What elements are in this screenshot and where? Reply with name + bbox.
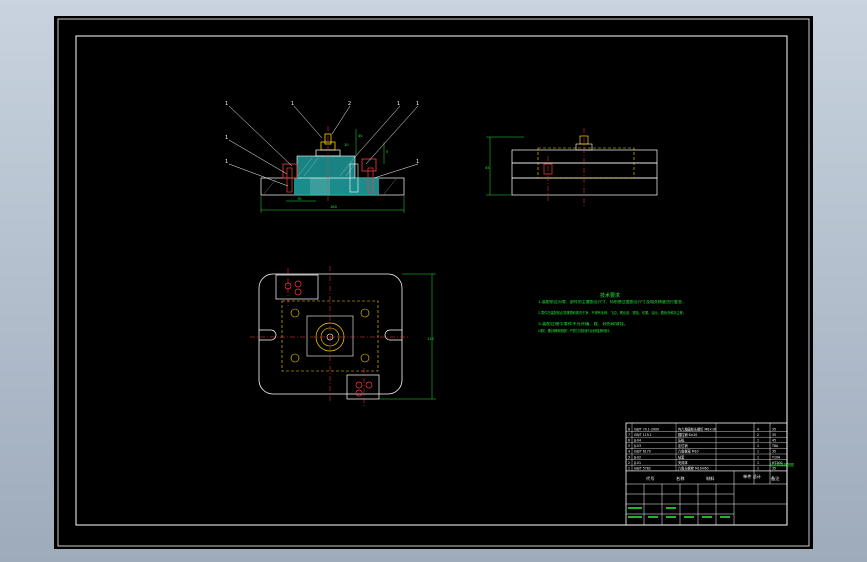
parts-cell-no: 1 [628, 467, 630, 471]
balloon-2: 1 [225, 135, 228, 141]
parts-cell-name: 钻套 [678, 454, 685, 459]
tech-req-title: 技术要求 [600, 292, 620, 299]
header-name: 名称 [676, 475, 684, 482]
parts-cell-qty: 1 [757, 461, 759, 465]
header-code: 代号 [646, 475, 654, 482]
tech-req-line-3: 3.装配过程中零件不允许磕、碰、划伤和锈蚀。 [538, 321, 628, 326]
side-view: 45 [485, 128, 658, 206]
parts-cell-no: 5 [628, 444, 630, 448]
parts-cell-code: JJ-03 [633, 444, 641, 448]
parts-cell-name: 压板 [678, 438, 685, 443]
parts-cell-code: GB/T 6170 [634, 450, 651, 454]
parts-cell-no: 2 [628, 461, 630, 465]
parts-cell-material: 35 [772, 467, 776, 471]
dim-front-height-b: 5 [386, 150, 388, 154]
dim-front-width: 160 [330, 205, 338, 209]
parts-cell-name: 六角头螺栓 M10×60 [678, 466, 708, 471]
parts-cell-qty: 2 [757, 433, 759, 437]
parts-cell-no: 8 [628, 427, 630, 431]
parts-cell-qty: 1 [757, 455, 759, 459]
cad-viewport[interactable]: 1 1 1 1 2 1 1 1 160 70 40 5 10 45 120 技术… [54, 16, 813, 549]
header-remark: 备注 [771, 475, 780, 482]
tech-req-line-4: 4.螺钉、螺栓和螺母紧固时，严禁打击或使用不合适的旋具和扳手。 [538, 328, 612, 333]
parts-cell-material: 35 [772, 450, 776, 454]
parts-cell-name: 定位销 [678, 443, 688, 448]
parts-cell-qty: 1 [757, 439, 759, 443]
parts-cell-no: 4 [628, 450, 630, 454]
parts-cell-qty: 1 [757, 450, 759, 454]
parts-cell-code: JJ-02 [633, 455, 641, 459]
drawing-name: 钻床夹具装配图 [770, 462, 794, 467]
dim-plan-height: 120 [427, 337, 435, 341]
header-mass: 单件 总计 [743, 473, 761, 480]
parts-cell-material: T8A [771, 444, 779, 448]
parts-cell-qty: 1 [757, 467, 759, 471]
balloon-3: 1 [225, 159, 228, 165]
parts-cell-material: 35 [772, 427, 776, 431]
parts-cell-no: 6 [628, 439, 630, 443]
parts-cell-no: 3 [628, 455, 630, 459]
parts-cell-code: JJ-01 [633, 461, 641, 465]
title-block: 8 GB/T 70.1-2000 内六角圆柱头螺钉 M6×16 4 357 GB/T 11… [625, 422, 794, 526]
parts-cell-no: 7 [628, 433, 630, 437]
parts-cell-code: GB/T 70.1-2000 [634, 427, 659, 431]
assembly-drawing: 1 1 1 1 2 1 1 1 160 70 40 5 10 45 120 技术… [57, 18, 810, 547]
tech-requirements: 技术要求 1.装配前应对零、部件的主要配合尺寸，特别是过盈配合尺寸及相关精度进行… [538, 292, 686, 333]
parts-cell-qty: 4 [757, 427, 759, 431]
parts-cell-material: T10A [771, 455, 781, 459]
dim-side-height: 45 [485, 166, 490, 170]
balloon-1: 1 [225, 101, 228, 107]
dim-front-height-c: 10 [344, 143, 349, 147]
balloon-4: 1 [291, 101, 294, 107]
parts-cell-material: 35 [772, 433, 776, 437]
balloon-7: 1 [416, 101, 419, 107]
tech-req-line-1: 1.装配前应对零、部件的主要配合尺寸，特别是过盈配合尺寸及相关精度进行复查。 [538, 299, 686, 304]
parts-cell-code: JJ-04 [633, 439, 641, 443]
parts-cell-name: 内六角圆柱头螺钉 M6×16 [678, 426, 716, 431]
front-section-view: 1 1 1 1 2 1 1 1 160 70 40 5 10 [225, 101, 419, 213]
balloon-5: 2 [348, 101, 351, 107]
balloon-6: 1 [397, 101, 400, 107]
dim-front-sub: 70 [297, 197, 302, 201]
parts-cell-code: GB/T 119.1 [634, 433, 652, 437]
parts-cell-name: 夹具体 [678, 460, 688, 465]
tech-req-line-2: 2.零件在装配前必须清理和清洗干净，不得有毛刺、飞边、氧化皮、锈蚀、切屑、油污、… [538, 310, 686, 315]
parts-cell-material: 45 [772, 439, 776, 443]
parts-cell-name: 六角螺母 M10 [678, 449, 699, 454]
parts-cell-code: GB/T 5782 [634, 467, 651, 471]
plan-view: 120 [250, 266, 436, 406]
header-material: 材料 [706, 475, 715, 482]
parts-cell-qty: 1 [757, 444, 759, 448]
dim-front-height-a: 40 [358, 134, 363, 138]
parts-cell-name: 圆柱销 6×20 [678, 432, 697, 437]
balloon-8: 1 [416, 159, 419, 165]
